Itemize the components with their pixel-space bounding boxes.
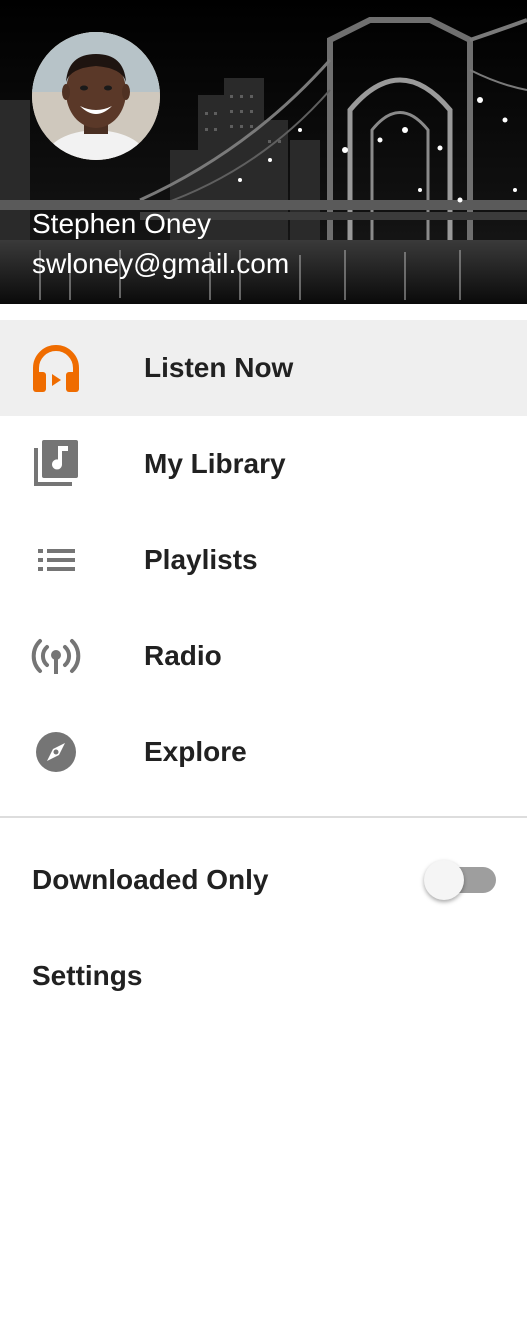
- settings-row[interactable]: Settings: [0, 928, 527, 1024]
- nav-label-listen-now: Listen Now: [144, 352, 294, 383]
- toggle-thumb: [424, 860, 464, 900]
- navigation-drawer: Stephen Oney swloney@gmail.com Listen No…: [0, 0, 527, 1334]
- nav-label-radio: Radio: [144, 640, 222, 671]
- nav-list: Listen Now My Library Playlists Radio Ex…: [0, 320, 527, 800]
- user-name: Stephen Oney: [32, 208, 212, 239]
- downloaded-only-row[interactable]: Downloaded Only: [0, 832, 527, 928]
- nav-item-explore[interactable]: Explore: [0, 704, 527, 800]
- account-header: Stephen Oney swloney@gmail.com: [0, 0, 527, 304]
- nav-label-explore: Explore: [144, 736, 247, 767]
- downloaded-only-toggle[interactable]: [424, 860, 498, 900]
- music-library-icon: [28, 436, 84, 492]
- divider: [0, 816, 527, 818]
- nav-item-playlists[interactable]: Playlists: [0, 512, 527, 608]
- settings-label: Settings: [32, 960, 143, 991]
- nav-item-my-library[interactable]: My Library: [0, 416, 527, 512]
- nav-item-listen-now[interactable]: Listen Now: [0, 320, 527, 416]
- nav-label-playlists: Playlists: [144, 544, 258, 575]
- nav-item-radio[interactable]: Radio: [0, 608, 527, 704]
- radio-icon: [28, 628, 84, 684]
- playlist-icon: [28, 532, 84, 588]
- compass-icon: [28, 724, 84, 780]
- user-email[interactable]: swloney@gmail.com: [32, 246, 289, 282]
- downloaded-only-label: Downloaded Only: [32, 864, 269, 895]
- nav-label-my-library: My Library: [144, 448, 286, 479]
- avatar-image: [32, 32, 160, 160]
- avatar[interactable]: [32, 32, 160, 160]
- headphones-icon: [28, 340, 84, 396]
